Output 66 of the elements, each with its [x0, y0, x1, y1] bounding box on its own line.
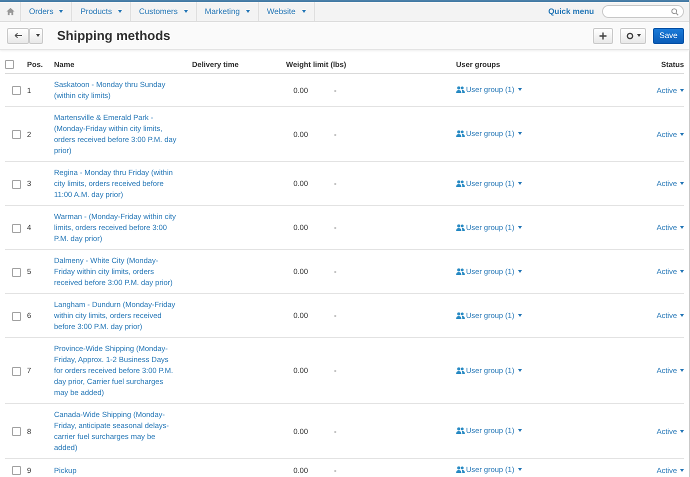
row-checkbox[interactable] [12, 130, 20, 140]
row-checkbox[interactable] [12, 466, 20, 476]
users-icon [456, 312, 465, 318]
caret-icon [518, 182, 522, 184]
caret-icon [59, 10, 64, 13]
save-button[interactable]: Save [653, 28, 684, 44]
caret-icon [680, 226, 684, 229]
caret-icon [246, 10, 250, 13]
nav-menu-label: Marketing [204, 7, 240, 16]
caret-icon [518, 270, 522, 272]
caret-icon [680, 468, 684, 472]
caret-icon [184, 10, 188, 13]
nav-menu-item[interactable]: Products [72, 2, 132, 21]
nav-menu-item[interactable]: Customers [131, 2, 197, 21]
users-icon [456, 130, 465, 137]
caret-icon [518, 429, 522, 432]
caret-icon [636, 34, 640, 37]
caret-icon [680, 88, 684, 92]
caret-icon [518, 88, 522, 91]
select-all-checkbox[interactable] [5, 60, 14, 70]
row-checkbox[interactable] [12, 180, 20, 189]
dropdown-button[interactable] [29, 28, 43, 44]
nav-menu-item[interactable]: Website [258, 2, 315, 21]
settings-button[interactable] [620, 28, 646, 44]
row-checkbox[interactable] [12, 312, 20, 321]
caret-icon [680, 270, 684, 273]
row-checkbox[interactable] [12, 268, 20, 277]
users-icon [456, 366, 465, 374]
plus-icon [599, 32, 607, 40]
nav-menu-label: Orders [29, 7, 54, 16]
users-icon [456, 268, 465, 274]
nav-menu-item[interactable]: Marketing [196, 2, 259, 21]
settings-icon [626, 32, 634, 40]
back-arrow-icon [14, 32, 22, 39]
nav-menu-label: Customers [139, 7, 178, 16]
caret-icon [36, 34, 40, 37]
back-button[interactable] [7, 28, 29, 44]
users-icon [456, 427, 465, 434]
add-button[interactable] [593, 28, 613, 44]
page-title: Shipping methods [57, 28, 170, 43]
caret-icon [518, 468, 522, 471]
caret-icon [518, 368, 522, 372]
row-checkbox[interactable] [12, 86, 20, 96]
users-icon [456, 86, 465, 93]
search-icon [671, 8, 679, 16]
caret-icon [118, 10, 122, 13]
caret-icon [680, 182, 684, 185]
row-checkbox[interactable] [12, 366, 20, 376]
row-checkbox[interactable] [12, 224, 20, 233]
caret-icon [518, 132, 522, 135]
caret-icon [518, 314, 522, 316]
quick-menu-link[interactable]: Quick menu [548, 7, 594, 16]
users-icon [456, 466, 465, 473]
caret-icon [680, 314, 684, 317]
caret-icon [680, 430, 684, 432]
row-checkbox[interactable] [12, 427, 20, 436]
search-field[interactable] [602, 5, 684, 18]
caret-icon [680, 369, 684, 372]
nav-menu-item[interactable]: Orders [21, 2, 72, 21]
nav-menu-label: Products [80, 7, 112, 16]
users-icon [456, 180, 465, 186]
caret-icon [680, 132, 684, 136]
caret-icon [518, 226, 522, 228]
caret-icon [302, 10, 306, 13]
nav-menu-label: Website [266, 7, 296, 16]
users-icon [456, 224, 465, 230]
